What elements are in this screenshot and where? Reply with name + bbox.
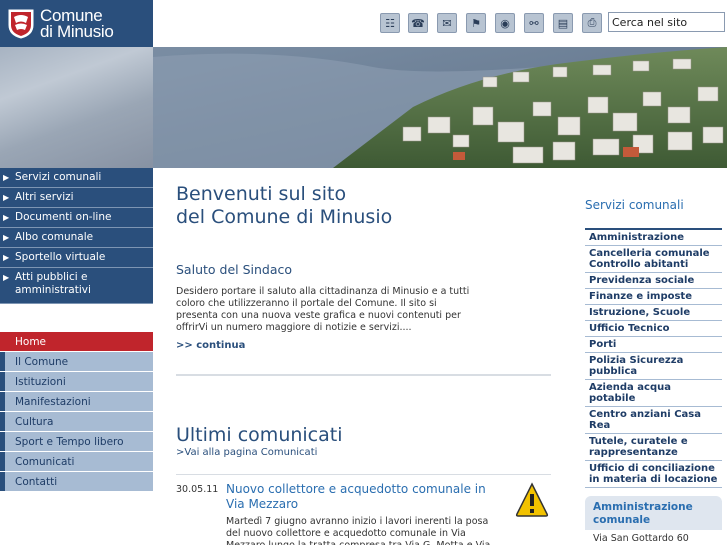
service-item[interactable]: Ufficio Tecnico xyxy=(585,321,722,337)
amministrazione-title: Amministrazione comunale xyxy=(593,501,693,526)
camera-icon[interactable]: ◉ xyxy=(495,13,515,33)
left-photo xyxy=(0,47,153,168)
nav-label: Istituzioni xyxy=(15,376,66,388)
service-item[interactable]: Amministrazione xyxy=(585,230,722,246)
saluto-text: Desidero portare il saluto alla cittadin… xyxy=(176,286,470,333)
nav-contatti[interactable]: Contatti xyxy=(0,472,153,492)
divider xyxy=(176,474,551,475)
nav-marker xyxy=(0,412,5,431)
nav-label: Atti pubblici e amministrativi xyxy=(15,271,91,296)
arrow-icon: ▶ xyxy=(3,213,10,222)
arrow-icon: ▶ xyxy=(3,233,10,242)
nav-marker xyxy=(0,332,5,351)
nav-home[interactable]: Home xyxy=(0,332,153,352)
service-item[interactable]: Centro anziani Casa Rea xyxy=(585,407,722,434)
nav-atti-pubblici[interactable]: ▶ Atti pubblici e amministrativi xyxy=(0,268,153,304)
bike-icon[interactable]: ⚯ xyxy=(524,13,544,33)
nav-sportello[interactable]: ▶ Sportello virtuale xyxy=(0,248,153,268)
arrow-icon: ▶ xyxy=(3,193,10,202)
nav-marker xyxy=(0,372,5,391)
service-item[interactable]: Azienda acqua potabile xyxy=(585,380,722,407)
warning-icon xyxy=(515,482,549,517)
arrow-icon: ▶ xyxy=(3,273,10,282)
nav-cultura[interactable]: Cultura xyxy=(0,412,153,432)
service-item[interactable]: Cancelleria comunale Controllo abitanti xyxy=(585,246,722,273)
sitemap-icon[interactable]: ☷ xyxy=(380,13,400,33)
main-content: Benvenuti sul sito del Comune di Minusio… xyxy=(153,168,573,545)
comunicati-link[interactable]: >Vai alla pagina Comunicati xyxy=(176,447,317,458)
nav-label: Sport e Tempo libero xyxy=(15,436,124,448)
page-title: Benvenuti sul sito del Comune di Minusio xyxy=(176,183,556,229)
nav-il-comune[interactable]: Il Comune xyxy=(0,352,153,372)
amministrazione-box: Amministrazione comunale Via San Gottard… xyxy=(585,496,722,545)
print-icon[interactable]: ⎙ xyxy=(582,13,602,33)
search-input[interactable] xyxy=(608,12,725,32)
continua-link[interactable]: >> continua xyxy=(176,340,245,351)
nav-comunicati[interactable]: Comunicati xyxy=(0,452,153,472)
arrow-icon: ▶ xyxy=(3,253,10,262)
left-column: Comune di Minusio ▶ Servizi comunali ▶ Alt… xyxy=(0,0,153,545)
service-item[interactable]: Istruzione, Scuole xyxy=(585,305,722,321)
nav-manifestazioni[interactable]: Manifestazioni xyxy=(0,392,153,412)
nav-altri-servizi[interactable]: ▶ Altri servizi xyxy=(0,188,153,208)
org-chart-icon[interactable]: ▤ xyxy=(553,13,573,33)
nav-servizi-comunali[interactable]: ▶ Servizi comunali xyxy=(0,168,153,188)
nav-marker xyxy=(0,432,5,451)
phone-icon[interactable]: ☎ xyxy=(408,13,428,33)
service-item[interactable]: Porti xyxy=(585,337,722,353)
nav-label: Contatti xyxy=(15,476,58,488)
nav-sport[interactable]: Sport e Tempo libero xyxy=(0,432,153,452)
news-date: 30.05.11 xyxy=(176,484,219,495)
service-item[interactable]: Tutele, curatele e rappresentanze xyxy=(585,434,722,461)
nav-label: Cultura xyxy=(15,416,54,428)
services-list: Amministrazione Cancelleria comunale Con… xyxy=(585,228,722,488)
nav-label: Manifestazioni xyxy=(15,396,91,408)
nav-label: Home xyxy=(15,336,47,348)
town-photo xyxy=(153,47,727,168)
service-item[interactable]: Ufficio di conciliazione in materia di l… xyxy=(585,461,722,488)
nav-label: Altri servizi xyxy=(15,191,74,203)
nav-documenti[interactable]: ▶ Documenti on-line xyxy=(0,208,153,228)
nav-label: Servizi comunali xyxy=(15,171,102,183)
banner-photo xyxy=(153,47,727,168)
news-title[interactable]: Nuovo collettore e acquedotto comunale i… xyxy=(226,482,506,512)
amministrazione-address: Via San Gottardo 60 xyxy=(585,530,722,545)
nav-label: Sportello virtuale xyxy=(15,251,106,263)
coat-of-arms-icon xyxy=(8,9,34,39)
saluto-title[interactable]: Saluto del Sindaco xyxy=(176,262,292,277)
main-nav: Home Il Comune Istituzioni Manifestazion… xyxy=(0,332,153,492)
welcome-line2: del Comune di Minusio xyxy=(176,206,393,228)
nav-gap xyxy=(0,304,153,332)
service-item[interactable]: Previdenza sociale xyxy=(585,273,722,289)
nav-marker xyxy=(0,452,5,471)
logo[interactable]: Comune di Minusio xyxy=(0,0,153,47)
nav-marker xyxy=(0,392,5,411)
nav-label: Comunicati xyxy=(15,456,75,468)
service-item[interactable]: Finanze e imposte xyxy=(585,289,722,305)
divider xyxy=(176,374,551,376)
services-title: Servizi comunali xyxy=(585,198,684,212)
nav-label: Albo comunale xyxy=(15,231,94,243)
logo-line2: di Minusio xyxy=(40,21,114,41)
nav-marker xyxy=(0,472,5,491)
welcome-line1: Benvenuti sul sito xyxy=(176,183,347,205)
top-toolbar: ☷ ☎ ✉ ⚑ ◉ ⚯ ▤ ⎙ xyxy=(153,0,727,47)
mail-icon[interactable]: ✉ xyxy=(437,13,457,33)
comunicati-title: Ultimi comunicati xyxy=(176,424,343,446)
arrow-icon: ▶ xyxy=(3,173,10,182)
map-icon[interactable]: ⚑ xyxy=(466,13,486,33)
news-text: Martedì 7 giugno avranno inizio i lavori… xyxy=(226,516,490,545)
nav-istituzioni[interactable]: Istituzioni xyxy=(0,372,153,392)
service-item[interactable]: Polizia Sicurezza pubblica xyxy=(585,353,722,380)
nav-marker xyxy=(0,352,5,371)
nav-albo[interactable]: ▶ Albo comunale xyxy=(0,228,153,248)
right-column: Servizi comunali Amministrazione Cancell… xyxy=(573,168,727,545)
nav-label: Documenti on-line xyxy=(15,211,112,223)
nav-label: Il Comune xyxy=(15,356,69,368)
services-nav: ▶ Servizi comunali ▶ Altri servizi ▶ Docume… xyxy=(0,168,153,304)
